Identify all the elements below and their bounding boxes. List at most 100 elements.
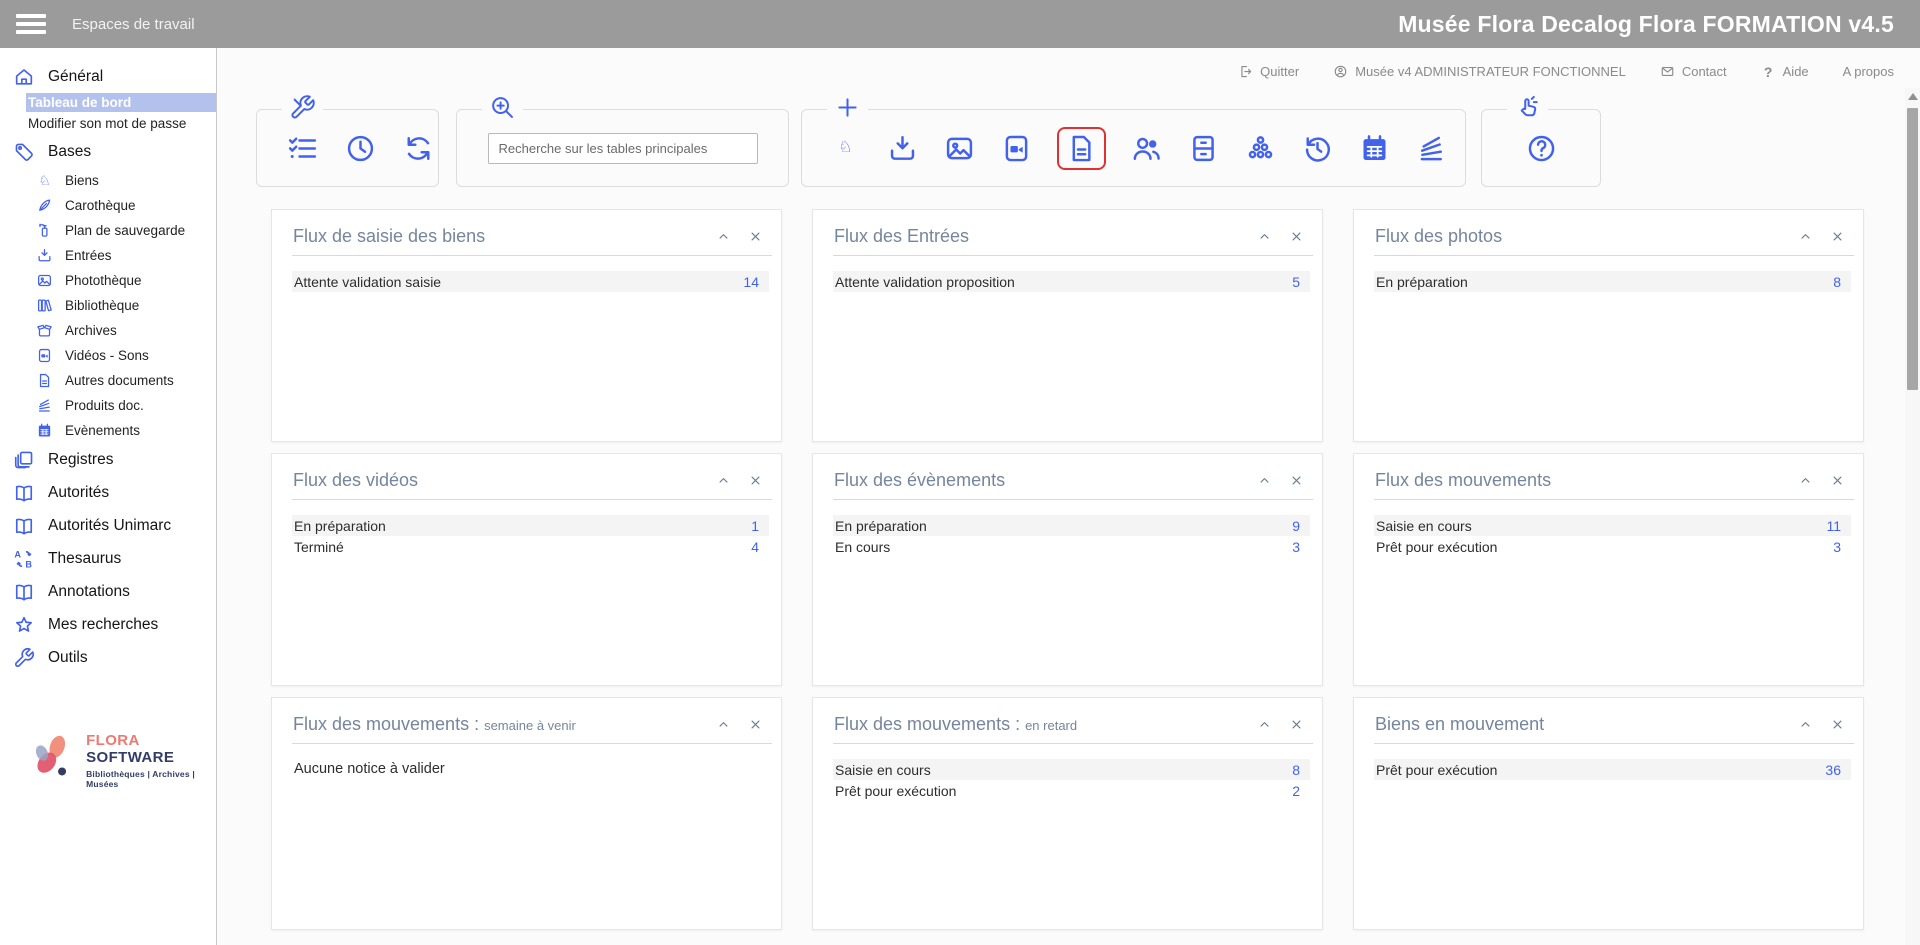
status-count[interactable]: 14: [743, 274, 759, 290]
collapse-icon[interactable]: [716, 473, 731, 488]
sidebar-section-general[interactable]: Général: [0, 60, 216, 93]
download-tray-icon[interactable]: [886, 132, 919, 165]
status-label[interactable]: En préparation: [835, 518, 927, 534]
status-label[interactable]: Prêt pour exécution: [1376, 539, 1497, 555]
sidebar-item-autres-documents[interactable]: Autres documents: [0, 368, 216, 393]
close-icon[interactable]: [1289, 229, 1304, 244]
status-count[interactable]: 9: [1292, 518, 1300, 534]
status-count[interactable]: 5: [1292, 274, 1300, 290]
close-icon[interactable]: [1289, 473, 1304, 488]
refresh-icon[interactable]: [402, 132, 435, 165]
status-label[interactable]: En préparation: [1376, 274, 1468, 290]
scroll-up-arrow[interactable]: [1908, 93, 1918, 100]
status-label[interactable]: Attente validation saisie: [294, 274, 441, 290]
calendar-icon[interactable]: [1358, 132, 1391, 165]
status-row-attente-validation-saisie[interactable]: Attente validation saisie 14: [292, 271, 769, 292]
status-row-attente-validation-proposition[interactable]: Attente validation proposition 5: [833, 271, 1310, 292]
status-label[interactable]: Terminé: [294, 539, 344, 555]
workspace-label[interactable]: Espaces de travail: [72, 16, 195, 33]
status-row-en-preparation[interactable]: En préparation 8: [1374, 271, 1851, 292]
network-icon[interactable]: [1244, 132, 1277, 165]
close-icon[interactable]: [1289, 717, 1304, 732]
scrollbar[interactable]: [1905, 88, 1920, 945]
help-button[interactable]: ?Aide: [1761, 64, 1809, 79]
contact-button[interactable]: Contact: [1660, 64, 1727, 79]
status-count[interactable]: 8: [1833, 274, 1841, 290]
sidebar-section-autorites-unimarc[interactable]: Autorités Unimarc: [0, 509, 216, 542]
status-row-pret-pour-execution[interactable]: Prêt pour exécution 3: [1374, 536, 1851, 557]
menu-icon[interactable]: [16, 14, 46, 34]
question-circle-icon[interactable]: [1525, 132, 1558, 165]
quit-button[interactable]: Quitter: [1238, 64, 1299, 79]
video-file-icon[interactable]: [1000, 132, 1033, 165]
sidebar-item-biens[interactable]: ♘Biens: [0, 168, 216, 193]
sidebar-section-annotations[interactable]: Annotations: [0, 575, 216, 608]
status-count[interactable]: 2: [1292, 783, 1300, 799]
sidebar-section-bases[interactable]: Bases: [0, 135, 216, 168]
status-label[interactable]: Saisie en cours: [1376, 518, 1472, 534]
status-label[interactable]: Prêt pour exécution: [1376, 762, 1497, 778]
cabinet-icon[interactable]: [1187, 132, 1220, 165]
collapse-icon[interactable]: [1798, 229, 1813, 244]
status-count[interactable]: 11: [1826, 518, 1841, 534]
paper-stack-icon[interactable]: [1415, 132, 1448, 165]
close-icon[interactable]: [748, 717, 763, 732]
sidebar-section-mes-recherches[interactable]: Mes recherches: [0, 608, 216, 641]
main-tables-search-input[interactable]: [488, 133, 758, 164]
photo-icon[interactable]: [943, 132, 976, 165]
sidebar-item-carotheque[interactable]: Carothèque: [0, 193, 216, 218]
sidebar-item-plan-de-sauvegarde[interactable]: Plan de sauvegarde: [0, 218, 216, 243]
collapse-icon[interactable]: [716, 717, 731, 732]
user-button[interactable]: Musée v4 ADMINISTRATEUR FONCTIONNEL: [1333, 64, 1626, 79]
status-row-en-cours[interactable]: En cours 3: [833, 536, 1310, 557]
status-count[interactable]: 3: [1292, 539, 1300, 555]
status-row-saisie-en-cours[interactable]: Saisie en cours 11: [1374, 515, 1851, 536]
collapse-icon[interactable]: [716, 229, 731, 244]
collapse-icon[interactable]: [1257, 229, 1272, 244]
collapse-icon[interactable]: [1257, 473, 1272, 488]
history-icon[interactable]: [1301, 132, 1334, 165]
status-row-en-preparation[interactable]: En préparation 9: [833, 515, 1310, 536]
document-icon[interactable]: [1065, 132, 1098, 165]
close-icon[interactable]: [748, 229, 763, 244]
sidebar-item-archives[interactable]: Archives: [0, 318, 216, 343]
knight-icon[interactable]: ♘: [829, 132, 862, 165]
status-row-en-preparation[interactable]: En préparation 1: [292, 515, 769, 536]
close-icon[interactable]: [1830, 473, 1845, 488]
status-label[interactable]: En cours: [835, 539, 890, 555]
status-label[interactable]: En préparation: [294, 518, 386, 534]
sidebar-section-thesaurus[interactable]: ABThesaurus: [0, 542, 216, 575]
users-icon[interactable]: [1130, 132, 1163, 165]
status-row-pret-pour-execution[interactable]: Prêt pour exécution 2: [833, 780, 1310, 801]
sidebar-item-videos-sons[interactable]: Vidéos - Sons: [0, 343, 216, 368]
close-icon[interactable]: [1830, 717, 1845, 732]
status-label[interactable]: Prêt pour exécution: [835, 783, 956, 799]
close-icon[interactable]: [1830, 229, 1845, 244]
scroll-thumb[interactable]: [1907, 108, 1918, 390]
status-label[interactable]: Saisie en cours: [835, 762, 931, 778]
sidebar-item-modifier-son-mot-de-passe[interactable]: Modifier son mot de passe: [26, 114, 216, 133]
status-label[interactable]: Attente validation proposition: [835, 274, 1015, 290]
sidebar-item-tableau-de-bord[interactable]: Tableau de bord: [26, 93, 216, 112]
status-count[interactable]: 3: [1833, 539, 1841, 555]
close-icon[interactable]: [748, 473, 763, 488]
collapse-icon[interactable]: [1257, 717, 1272, 732]
status-count[interactable]: 4: [751, 539, 759, 555]
status-row-pret-pour-execution[interactable]: Prêt pour exécution 36: [1374, 759, 1851, 780]
status-count[interactable]: 1: [751, 518, 759, 534]
sidebar-item-evenements[interactable]: Evènements: [0, 418, 216, 443]
checklist-icon[interactable]: [286, 132, 319, 165]
collapse-icon[interactable]: [1798, 717, 1813, 732]
collapse-icon[interactable]: [1798, 473, 1813, 488]
sidebar-item-bibliotheque[interactable]: Bibliothèque: [0, 293, 216, 318]
sidebar-section-outils[interactable]: Outils: [0, 641, 216, 674]
clock-icon[interactable]: [344, 132, 377, 165]
status-row-termine[interactable]: Terminé 4: [292, 536, 769, 557]
status-count[interactable]: 36: [1825, 762, 1841, 778]
sidebar-item-produits-doc[interactable]: Produits doc.: [0, 393, 216, 418]
sidebar-section-registres[interactable]: Registres: [0, 443, 216, 476]
sidebar-section-autorites[interactable]: Autorités: [0, 476, 216, 509]
status-row-saisie-en-cours[interactable]: Saisie en cours 8: [833, 759, 1310, 780]
selected-tool-highlight[interactable]: [1057, 127, 1106, 170]
status-count[interactable]: 8: [1292, 762, 1300, 778]
